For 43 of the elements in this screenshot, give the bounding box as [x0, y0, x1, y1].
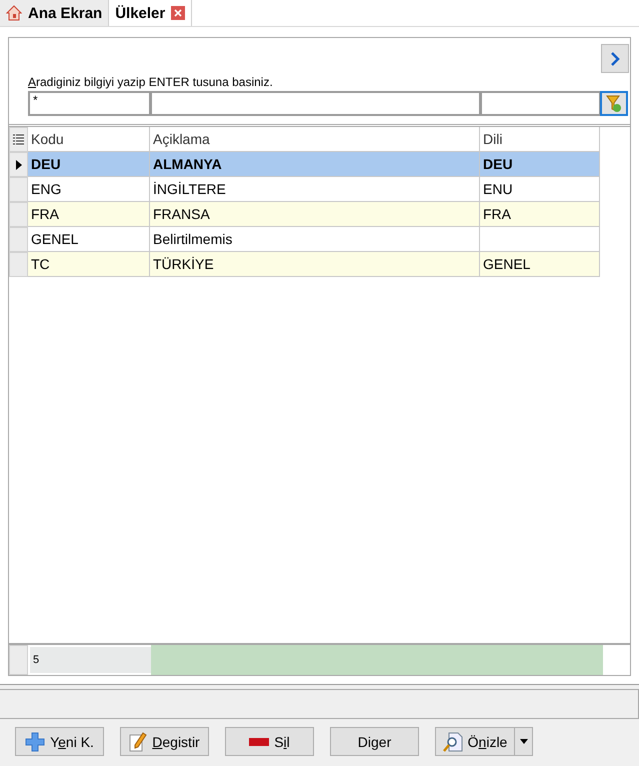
tab[interactable]: Ana Ekran	[0, 0, 110, 26]
dropdown-button[interactable]	[515, 727, 533, 756]
filter-field[interactable]	[150, 91, 480, 116]
preview-button[interactable]: Önizle	[435, 727, 515, 756]
next-button[interactable]	[601, 44, 629, 73]
table-cell: ALMANYA	[150, 152, 480, 177]
filter-field[interactable]	[480, 91, 600, 116]
table-cell: ENG	[28, 177, 150, 202]
column-header[interactable]: Açiklama	[150, 127, 480, 152]
search-hint: Aradiginiz bilgiyi yazip ENTER tusuna basiniz.	[28, 75, 274, 89]
row-count: 5	[30, 647, 151, 673]
column-header[interactable]: Dili	[480, 127, 600, 152]
table-cell: GENEL	[480, 252, 600, 277]
table-cell: FRA	[28, 202, 150, 227]
table-cell: İNGİLTERE	[150, 177, 480, 202]
filter-button[interactable]	[600, 91, 628, 116]
table-cell: FRANSA	[150, 202, 480, 227]
table-cell: ENU	[480, 177, 600, 202]
table-cell: FRA	[480, 202, 600, 227]
house-icon	[6, 5, 22, 21]
table-cell: DEU	[28, 152, 150, 177]
row-indicator[interactable]	[9, 152, 28, 177]
caret-icon	[520, 739, 528, 744]
close-icon[interactable]	[171, 6, 186, 20]
minus-icon	[249, 738, 270, 746]
plus-icon	[25, 732, 46, 752]
table-cell: TÜRKİYE	[150, 252, 480, 277]
column-chooser-icon[interactable]	[9, 127, 28, 152]
funnel-icon	[606, 94, 622, 112]
column-header[interactable]: Kodu	[28, 127, 150, 152]
table-cell: GENEL	[28, 227, 150, 252]
table-cell: DEU	[480, 152, 600, 177]
pencil-icon	[129, 732, 148, 752]
table-cell: TC	[28, 252, 150, 277]
new-button[interactable]: Yeni K.	[15, 727, 104, 756]
footer-indicator	[9, 645, 28, 675]
chevron-right-icon	[609, 50, 621, 66]
magnifier-page-icon	[442, 732, 463, 752]
edit-button[interactable]: Degistir	[120, 727, 209, 756]
filter-field[interactable]: *	[28, 91, 150, 116]
other-button[interactable]: Diger	[330, 727, 419, 756]
delete-button[interactable]: Sil	[225, 727, 314, 756]
table-cell: Belirtilmemis	[150, 227, 480, 252]
